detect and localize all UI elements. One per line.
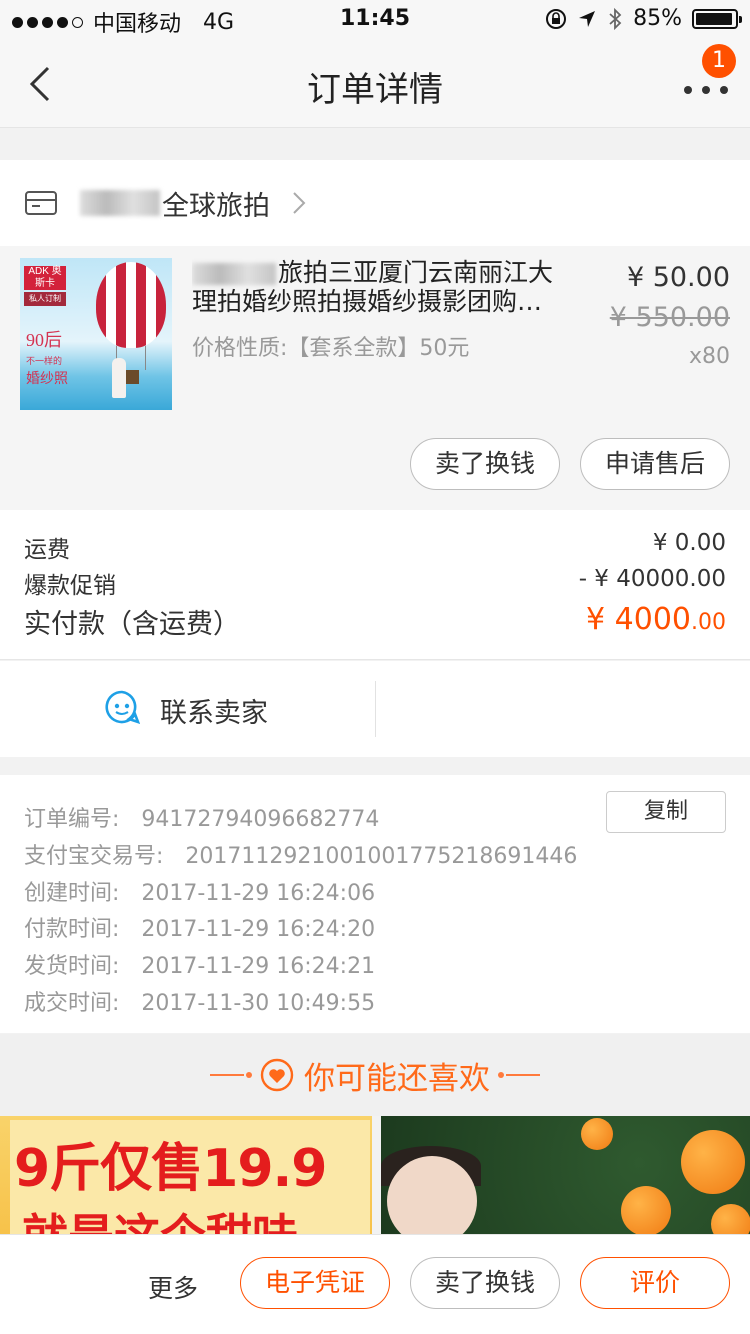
- thumb-sub2: 婚纱照: [26, 371, 68, 387]
- promo-line2: 就是这个甜味: [22, 1200, 298, 1234]
- created-row: 创建时间: 2017-11-29 16:24:06: [24, 875, 375, 907]
- info-label: 创建时间:: [24, 881, 120, 906]
- promo-label: 爆款促销: [24, 573, 116, 599]
- status-bar: 中国移动 4G 11:45 85%: [0, 0, 750, 40]
- nav-bar: 订单详情 1: [0, 40, 750, 128]
- item-title[interactable]: 旅拍三亚厦门云南丽江大理拍婚纱照拍摄婚纱摄影团购…: [192, 258, 572, 316]
- promo-value: - ¥ 40000.00: [578, 566, 726, 592]
- total-dec: .00: [691, 610, 726, 635]
- total-label: 实付款（含运费）: [24, 609, 240, 640]
- total-row: 实付款（含运费） ¥ 4000.00: [24, 602, 726, 641]
- sell-button[interactable]: 卖了换钱: [410, 438, 560, 490]
- item-meta: 价格性质:【套系全款】50元: [192, 336, 470, 361]
- orange-fruit: [681, 1130, 745, 1194]
- notification-badge: 1: [702, 44, 736, 78]
- shop-name-label: 全球旅拍: [162, 190, 270, 222]
- shipping-value: ¥ 0.00: [652, 530, 726, 556]
- recommend-card-2[interactable]: [381, 1116, 750, 1234]
- chevron-right-icon: [293, 192, 306, 214]
- divider: [375, 681, 376, 737]
- thumb-tag: 私人订制: [24, 292, 66, 306]
- thumb-headline: 90后: [26, 330, 62, 350]
- redacted-text: [192, 263, 276, 285]
- decor-line: [210, 1072, 252, 1078]
- voucher-button[interactable]: 电子凭证: [240, 1257, 390, 1309]
- recommend-title: 你可能还喜欢: [304, 1060, 490, 1097]
- redacted-text: [80, 190, 160, 216]
- total-int: ¥ 4000: [586, 602, 691, 637]
- couple-figure: [112, 358, 126, 398]
- balloon-graphic: [96, 262, 166, 348]
- promo-row: 爆款促销 - ¥ 40000.00: [24, 566, 726, 600]
- heart-icon: [260, 1058, 294, 1092]
- orange-fruit: [581, 1118, 613, 1150]
- total-value: ¥ 4000.00: [586, 602, 726, 641]
- shop-bar[interactable]: 全球旅拍: [0, 160, 750, 246]
- info-label: 成交时间:: [24, 991, 120, 1016]
- review-button[interactable]: 评价: [580, 1257, 730, 1309]
- decor-line: [498, 1072, 540, 1078]
- info-label: 发货时间:: [24, 954, 120, 979]
- recommend-header: 你可能还喜欢: [0, 1034, 750, 1116]
- paid-row: 付款时间: 2017-11-29 16:24:20: [24, 911, 375, 943]
- page-title: 订单详情: [307, 70, 443, 110]
- brand-logo: ADK 奥斯卡: [24, 266, 66, 290]
- item-original-price: ¥ 550.00: [609, 302, 730, 333]
- orientation-lock-icon: [546, 8, 567, 29]
- paid-time: 2017-11-29 16:24:20: [141, 917, 376, 942]
- after-sale-button[interactable]: 申请售后: [580, 438, 730, 490]
- shop-icon: [25, 191, 57, 215]
- shop-name: 全球旅拍: [80, 184, 270, 223]
- fee-summary: 运费 ¥ 0.00 爆款促销 - ¥ 40000.00 实付款（含运费） ¥ 4…: [0, 510, 750, 660]
- order-number-row: 订单编号: 94172794096682774: [24, 801, 379, 833]
- item-thumbnail[interactable]: ADK 奥斯卡 私人订制 90后 不一样的 婚纱照: [20, 258, 172, 410]
- alipay-number: 2017112921001001775218691446: [185, 844, 578, 869]
- copy-button[interactable]: 复制: [606, 791, 726, 833]
- order-info: 订单编号: 94172794096682774 支付宝交易号: 2017112921…: [0, 775, 750, 1033]
- sell-button-bottom[interactable]: 卖了换钱: [410, 1257, 560, 1309]
- contact-seller-button[interactable]: 联系卖家: [160, 691, 268, 730]
- shipped-row: 发货时间: 2017-11-29 16:24:21: [24, 948, 375, 980]
- orange-fruit: [711, 1204, 750, 1234]
- completed-time: 2017-11-30 10:49:55: [141, 991, 376, 1016]
- item-price: ¥ 50.00: [626, 262, 730, 293]
- shipping-row: 运费 ¥ 0.00: [24, 530, 726, 564]
- bluetooth-icon: [609, 7, 622, 30]
- created-time: 2017-11-29 16:24:06: [141, 881, 376, 906]
- recommend-card-1[interactable]: 9斤仅售19.9 就是这个甜味: [0, 1116, 372, 1234]
- battery-icon: [692, 8, 742, 29]
- info-label: 付款时间:: [24, 917, 120, 942]
- chat-icon[interactable]: [104, 689, 140, 725]
- shipping-label: 运费: [24, 537, 70, 563]
- shipped-time: 2017-11-29 16:24:21: [141, 954, 376, 979]
- more-button[interactable]: 更多: [148, 1269, 198, 1305]
- contact-bar: 联系卖家: [0, 661, 750, 757]
- info-label: 支付宝交易号:: [24, 844, 164, 869]
- thumb-sub1: 不一样的: [26, 357, 63, 367]
- info-label: 订单编号:: [24, 807, 120, 832]
- battery-percent: 85%: [633, 6, 682, 31]
- location-icon: [579, 10, 596, 27]
- bottom-action-bar: 更多 电子凭证 卖了换钱 评价: [0, 1234, 750, 1334]
- item-quantity: x80: [688, 344, 730, 369]
- order-number: 94172794096682774: [141, 807, 380, 832]
- completed-row: 成交时间: 2017-11-30 10:49:55: [24, 985, 375, 1017]
- promo-line1: 9斤仅售19.9: [14, 1139, 327, 1199]
- status-right: 85%: [545, 6, 742, 31]
- alipay-row: 支付宝交易号: 2017112921001001775218691446: [24, 838, 577, 870]
- order-item[interactable]: ADK 奥斯卡 私人订制 90后 不一样的 婚纱照 旅拍三亚厦门云南丽江大理拍婚…: [0, 246, 750, 510]
- orange-fruit: [621, 1186, 671, 1234]
